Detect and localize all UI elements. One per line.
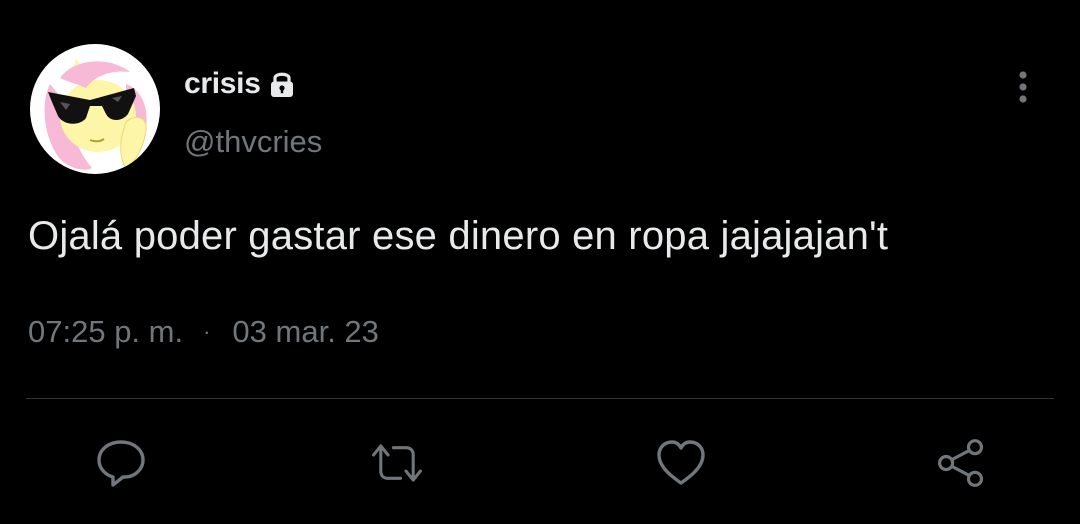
avatar[interactable]: [30, 44, 160, 174]
like-button[interactable]: [654, 436, 708, 490]
share-icon: [938, 439, 984, 487]
tweet-text: Ojalá poder gastar ese dinero en ropa ja…: [28, 214, 889, 258]
lock-icon: [269, 69, 295, 99]
share-button[interactable]: [934, 436, 988, 490]
display-name[interactable]: crisis: [184, 67, 261, 101]
reply-icon: [97, 440, 145, 487]
reply-button[interactable]: [94, 436, 148, 490]
author-row: crisis: [184, 64, 295, 104]
retweet-button[interactable]: [370, 436, 424, 490]
retweet-icon: [372, 444, 422, 482]
tweet-card: crisis @thvcries Ojalá poder gastar ese …: [0, 0, 1080, 524]
tweet-meta: 07:25 p. m. · 03 mar. 23: [28, 314, 379, 350]
tweet-time[interactable]: 07:25 p. m.: [28, 314, 183, 350]
more-options-button[interactable]: [1008, 68, 1038, 108]
tweet-date[interactable]: 03 mar. 23: [232, 314, 378, 350]
user-handle[interactable]: @thvcries: [184, 124, 322, 160]
heart-icon: [657, 440, 705, 485]
divider: [26, 398, 1054, 399]
avatar-image: [30, 44, 160, 174]
more-vertical-icon: [1019, 71, 1027, 103]
meta-separator: ·: [203, 319, 211, 344]
